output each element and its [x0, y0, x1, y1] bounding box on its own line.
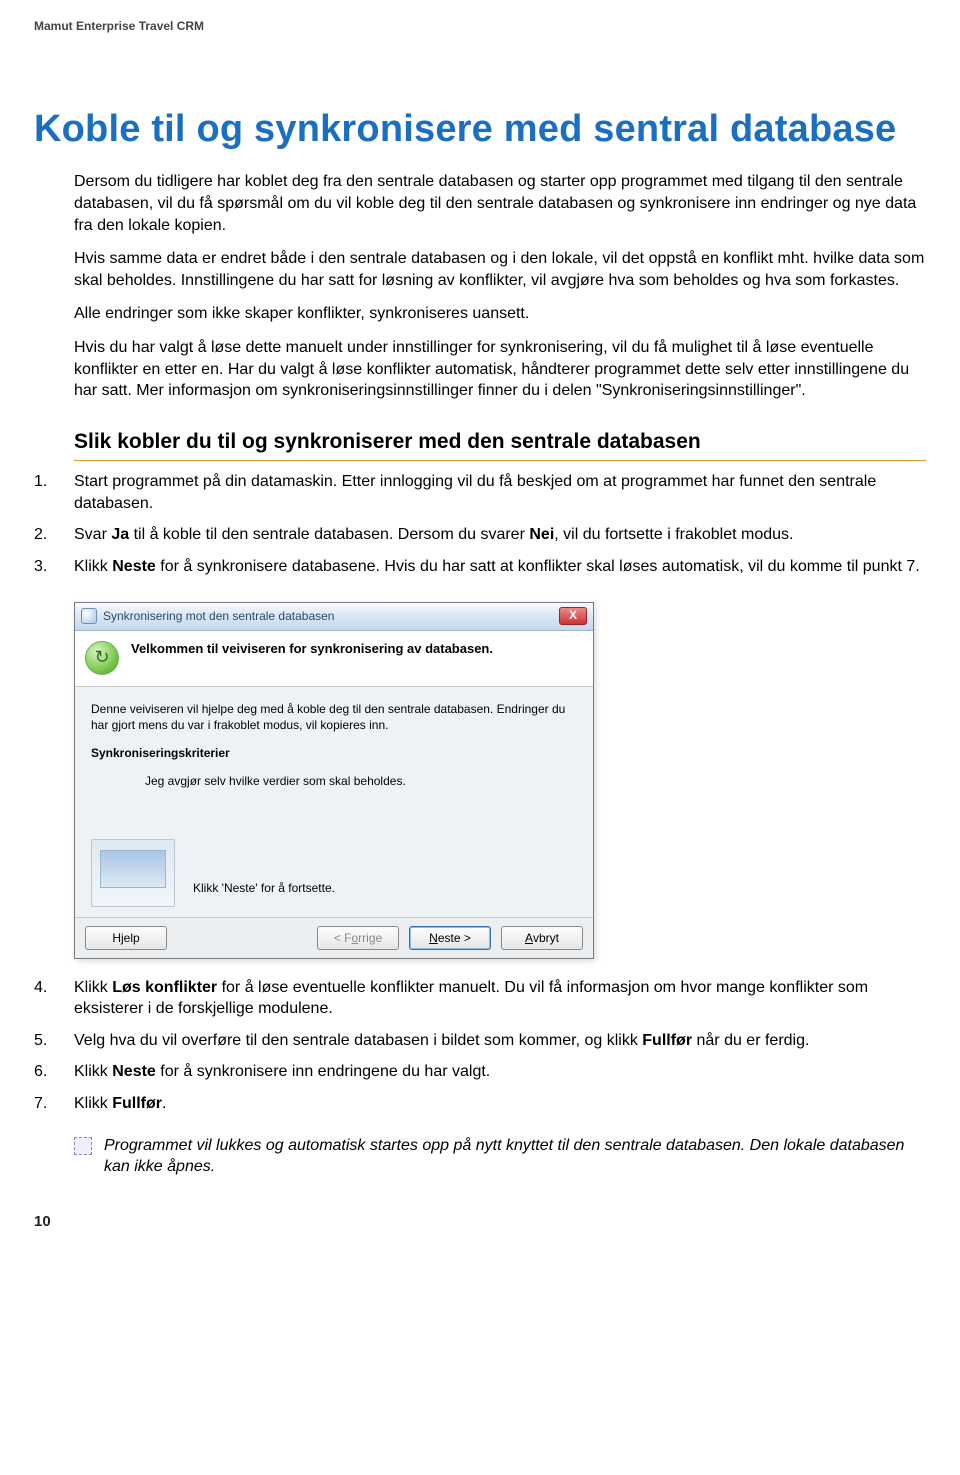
procedure-heading: Slik kobler du til og synkroniserer med … [74, 428, 926, 461]
intro-para-3: Alle endringer som ikke skaper konflikte… [74, 303, 926, 325]
page-header: Mamut Enterprise Travel CRM [34, 18, 926, 34]
step-4-text: Klikk Løs konflikter for å løse eventuel… [74, 979, 868, 1018]
step-6: Klikk Neste for å synkronisere inn endri… [34, 1061, 926, 1093]
sync-wizard-dialog: Synkronisering mot den sentrale database… [74, 602, 594, 959]
step-2: Svar Ja til å koble til den sentrale dat… [34, 524, 926, 556]
step-1: Start programmet på din datamaskin. Ette… [34, 471, 926, 524]
dialog-intro-text: Denne veiviseren vil hjelpe deg med å ko… [91, 701, 577, 733]
tip-text: Programmet vil lukkes og automatisk star… [104, 1137, 904, 1176]
intro-para-4: Hvis du har valgt å løse dette manuelt u… [74, 337, 926, 402]
page-title: Koble til og synkronisere med sentral da… [34, 104, 926, 155]
sync-icon: ↻ [85, 641, 119, 675]
help-button[interactable]: Hjelp [85, 926, 167, 950]
tip-icon [74, 1137, 92, 1155]
dialog-title-text: Synkronisering mot den sentrale database… [103, 608, 559, 624]
step-1-text: Start programmet på din datamaskin. Ette… [74, 473, 876, 512]
step-6-text: Klikk Neste for å synkronisere inn endri… [74, 1063, 490, 1080]
dialog-app-icon [81, 608, 97, 624]
next-button[interactable]: Neste > [409, 926, 491, 950]
dialog-illustration [91, 839, 175, 907]
tip-note: Programmet vil lukkes og automatisk star… [74, 1135, 926, 1178]
dialog-titlebar: Synkronisering mot den sentrale database… [75, 603, 593, 631]
step-7: Klikk Fullfør. [34, 1093, 926, 1125]
page-number: 10 [34, 1212, 926, 1232]
dialog-banner: ↻ Velkommen til veiviseren for synkronis… [75, 631, 593, 687]
step-4: Klikk Løs konflikter for å løse eventuel… [34, 977, 926, 1030]
step-5-text: Velg hva du vil overføre til den sentral… [74, 1032, 809, 1049]
back-button[interactable]: < Forrige [317, 926, 399, 950]
cancel-button[interactable]: Avbryt [501, 926, 583, 950]
dialog-criteria-label: Synkroniseringskriterier [91, 745, 577, 761]
step-7-text: Klikk Fullfør. [74, 1095, 166, 1112]
dialog-banner-title: Velkommen til veiviseren for synkroniser… [131, 641, 581, 657]
dialog-body: Denne veiviseren vil hjelpe deg med å ko… [75, 687, 593, 917]
intro-para-2: Hvis samme data er endret både i den sen… [74, 248, 926, 291]
screenshot-dialog: Synkronisering mot den sentrale database… [74, 602, 926, 959]
step-2-text: Svar Ja til å koble til den sentrale dat… [74, 526, 793, 543]
dialog-continue-hint: Klikk 'Neste' for å fortsette. [193, 880, 335, 896]
step-5: Velg hva du vil overføre til den sentral… [34, 1030, 926, 1062]
procedure-list-b: Klikk Løs konflikter for å løse eventuel… [34, 977, 926, 1125]
dialog-criteria-value: Jeg avgjør selv hvilke verdier som skal … [91, 773, 577, 789]
close-icon[interactable]: X [559, 607, 587, 625]
dialog-button-row: Hjelp < Forrige Neste > Avbryt [75, 917, 593, 958]
step-3: Klikk Neste for å synkronisere databasen… [34, 556, 926, 588]
intro-para-1: Dersom du tidligere har koblet deg fra d… [74, 171, 926, 236]
step-3-text: Klikk Neste for å synkronisere databasen… [74, 558, 920, 575]
procedure-list-a: Start programmet på din datamaskin. Ette… [34, 471, 926, 587]
